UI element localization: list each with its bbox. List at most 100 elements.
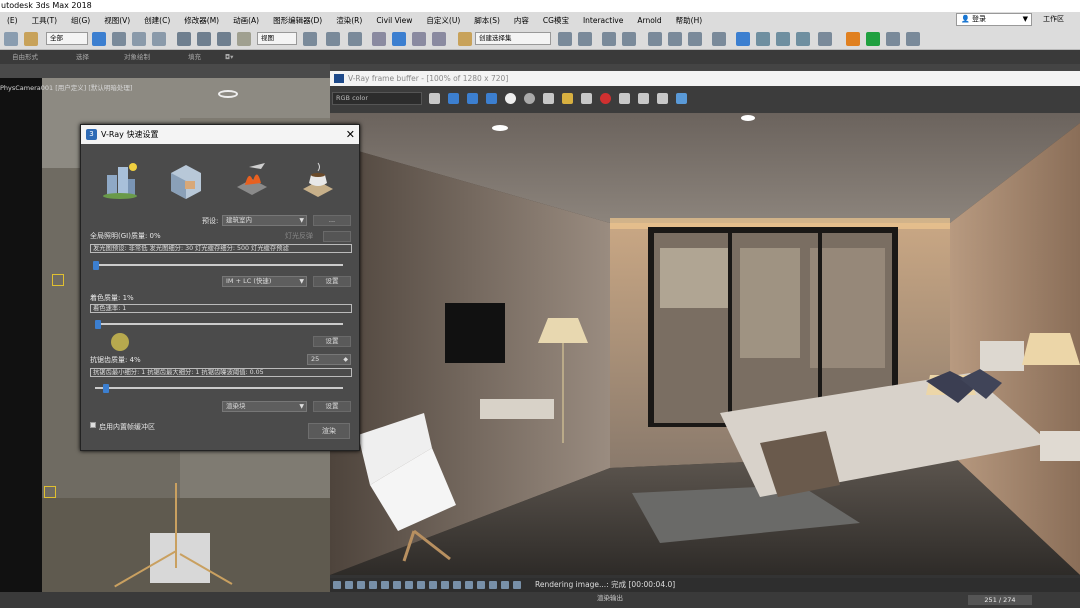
menu-arnold[interactable]: Arnold	[630, 16, 668, 25]
menu-create[interactable]: 创建(C)	[137, 15, 177, 26]
select-manipulate-icon[interactable]	[326, 32, 340, 46]
status-icon[interactable]	[429, 581, 437, 589]
aa-quality-slider[interactable]	[95, 387, 343, 389]
plugin-tools-icon[interactable]	[886, 32, 900, 46]
shading-quality-slider[interactable]	[95, 323, 343, 325]
link-to-3dsmax-icon[interactable]	[657, 93, 668, 104]
rendered-image[interactable]	[330, 113, 1080, 575]
status-icon[interactable]	[453, 581, 461, 589]
reference-coord-dropdown[interactable]: 视图	[257, 32, 297, 45]
viewport-label[interactable]: PhysCamera001 [用户定义] [默认明暗处理]	[0, 82, 132, 92]
vfb-checkbox[interactable]	[90, 422, 96, 428]
gi-quality-slider-knob[interactable]	[93, 261, 99, 270]
status-icon[interactable]	[357, 581, 365, 589]
window-crossing-icon[interactable]	[152, 32, 166, 46]
login-dropdown[interactable]: 👤 登录 ▼	[956, 13, 1032, 26]
region-render-icon[interactable]	[619, 93, 630, 104]
render-setup-icon[interactable]	[736, 32, 750, 46]
effects-preset-icon[interactable]	[231, 159, 273, 201]
unlink-icon[interactable]	[24, 32, 38, 46]
scale-icon[interactable]	[217, 32, 231, 46]
align-icon[interactable]	[578, 32, 592, 46]
plugin-list-icon[interactable]	[906, 32, 920, 46]
menu-cg[interactable]: CG模宝	[536, 15, 576, 26]
status-icon[interactable]	[345, 581, 353, 589]
snap-toggle-icon[interactable]	[372, 32, 386, 46]
status-icon[interactable]	[513, 581, 521, 589]
ribbon-tab-selection[interactable]: 选择	[76, 50, 89, 64]
status-icon[interactable]	[369, 581, 377, 589]
menu-interactive[interactable]: Interactive	[576, 16, 630, 25]
vfb-titlebar[interactable]: V-Ray frame buffer - [100% of 1280 x 720…	[330, 71, 1080, 86]
light-gizmo-icon[interactable]	[52, 274, 64, 286]
status-icon[interactable]	[477, 581, 485, 589]
status-icon[interactable]	[441, 581, 449, 589]
mirror-icon[interactable]	[558, 32, 572, 46]
move-icon[interactable]	[177, 32, 191, 46]
alpha-channel-icon[interactable]	[505, 93, 516, 104]
select-by-name-icon[interactable]	[112, 32, 126, 46]
pivot-icon[interactable]	[303, 32, 317, 46]
material-editor-icon[interactable]	[712, 32, 726, 46]
save-image-icon[interactable]	[543, 93, 554, 104]
status-icon[interactable]	[393, 581, 401, 589]
save-channel-icon[interactable]	[429, 93, 440, 104]
menu-scripting[interactable]: 脚本(S)	[467, 15, 507, 26]
menu-customize[interactable]: 自定义(U)	[419, 15, 467, 26]
product-preset-icon[interactable]	[297, 159, 339, 201]
light-gizmo-icon[interactable]	[44, 486, 56, 498]
menu-group[interactable]: 组(G)	[64, 15, 97, 26]
render-production-icon[interactable]	[776, 32, 790, 46]
stop-render-icon[interactable]	[600, 93, 611, 104]
keyboard-shortcut-icon[interactable]	[348, 32, 362, 46]
curve-editor-icon[interactable]	[668, 32, 682, 46]
ribbon-tab-object-paint[interactable]: 对象绘制	[124, 50, 150, 64]
menu-animation[interactable]: 动画(A)	[226, 15, 266, 26]
preset-more-button[interactable]: ...	[313, 215, 351, 226]
place-icon[interactable]	[237, 32, 251, 46]
ribbon-tab-freeform[interactable]: 自由形式	[12, 50, 38, 64]
aa-spinner[interactable]: 25 ◆	[307, 354, 351, 365]
render-iterative-icon[interactable]	[796, 32, 810, 46]
status-icon[interactable]	[489, 581, 497, 589]
gi-quality-slider[interactable]	[95, 264, 343, 266]
menu-tools[interactable]: 工具(T)	[25, 15, 64, 26]
menu-graph-editors[interactable]: 图形编辑器(D)	[266, 15, 329, 26]
status-icon[interactable]	[405, 581, 413, 589]
menu-content[interactable]: 内容	[507, 15, 536, 26]
interior-preset-icon[interactable]	[165, 159, 207, 201]
rotate-icon[interactable]	[197, 32, 211, 46]
status-icon[interactable]	[501, 581, 509, 589]
gi-engine-dropdown[interactable]: IM + LC (快速) ▼	[222, 276, 307, 287]
track-mouse-icon[interactable]	[638, 93, 649, 104]
percent-snap-icon[interactable]	[412, 32, 426, 46]
menu-view[interactable]: 视图(V)	[97, 15, 137, 26]
status-icon[interactable]	[417, 581, 425, 589]
render-in-cloud-icon[interactable]	[818, 32, 832, 46]
light-bounce-spinner[interactable]	[323, 231, 351, 242]
aa-mode-dropdown[interactable]: 渲染块 ▼	[222, 401, 307, 412]
select-object-icon[interactable]	[92, 32, 106, 46]
menu-help[interactable]: 帮助(H)	[669, 15, 710, 26]
load-image-icon[interactable]	[562, 93, 573, 104]
schematic-view-icon[interactable]	[688, 32, 702, 46]
shading-settings-field[interactable]: 着色速率: 1	[90, 304, 352, 313]
menu-civil-view[interactable]: Civil View	[369, 16, 419, 25]
exterior-preset-icon[interactable]	[99, 159, 141, 201]
dialog-titlebar[interactable]: 3 V-Ray 快速设置 ✕	[81, 125, 359, 144]
menu-rendering[interactable]: 渲染(R)	[329, 15, 369, 26]
named-selection-dropdown[interactable]: 创建选择集	[475, 32, 551, 45]
scene-explorer-icon[interactable]	[602, 32, 616, 46]
layer-explorer-icon[interactable]	[622, 32, 636, 46]
angle-snap-icon[interactable]	[392, 32, 406, 46]
status-icon[interactable]	[465, 581, 473, 589]
gi-settings-field[interactable]: 发光图预设: 非常低 发光图细分: 30 灯光缓存细分: 500 灯光缓存预滤	[90, 244, 352, 253]
green-channel-icon[interactable]	[467, 93, 478, 104]
close-icon[interactable]: ✕	[346, 125, 355, 144]
status-icon[interactable]	[381, 581, 389, 589]
blue-channel-icon[interactable]	[486, 93, 497, 104]
plugin-green-icon[interactable]	[866, 32, 880, 46]
shading-quality-slider-knob[interactable]	[95, 320, 102, 329]
plugin-orange-icon[interactable]	[846, 32, 860, 46]
ribbon-menu-icon[interactable]: ◘▾	[225, 50, 233, 64]
